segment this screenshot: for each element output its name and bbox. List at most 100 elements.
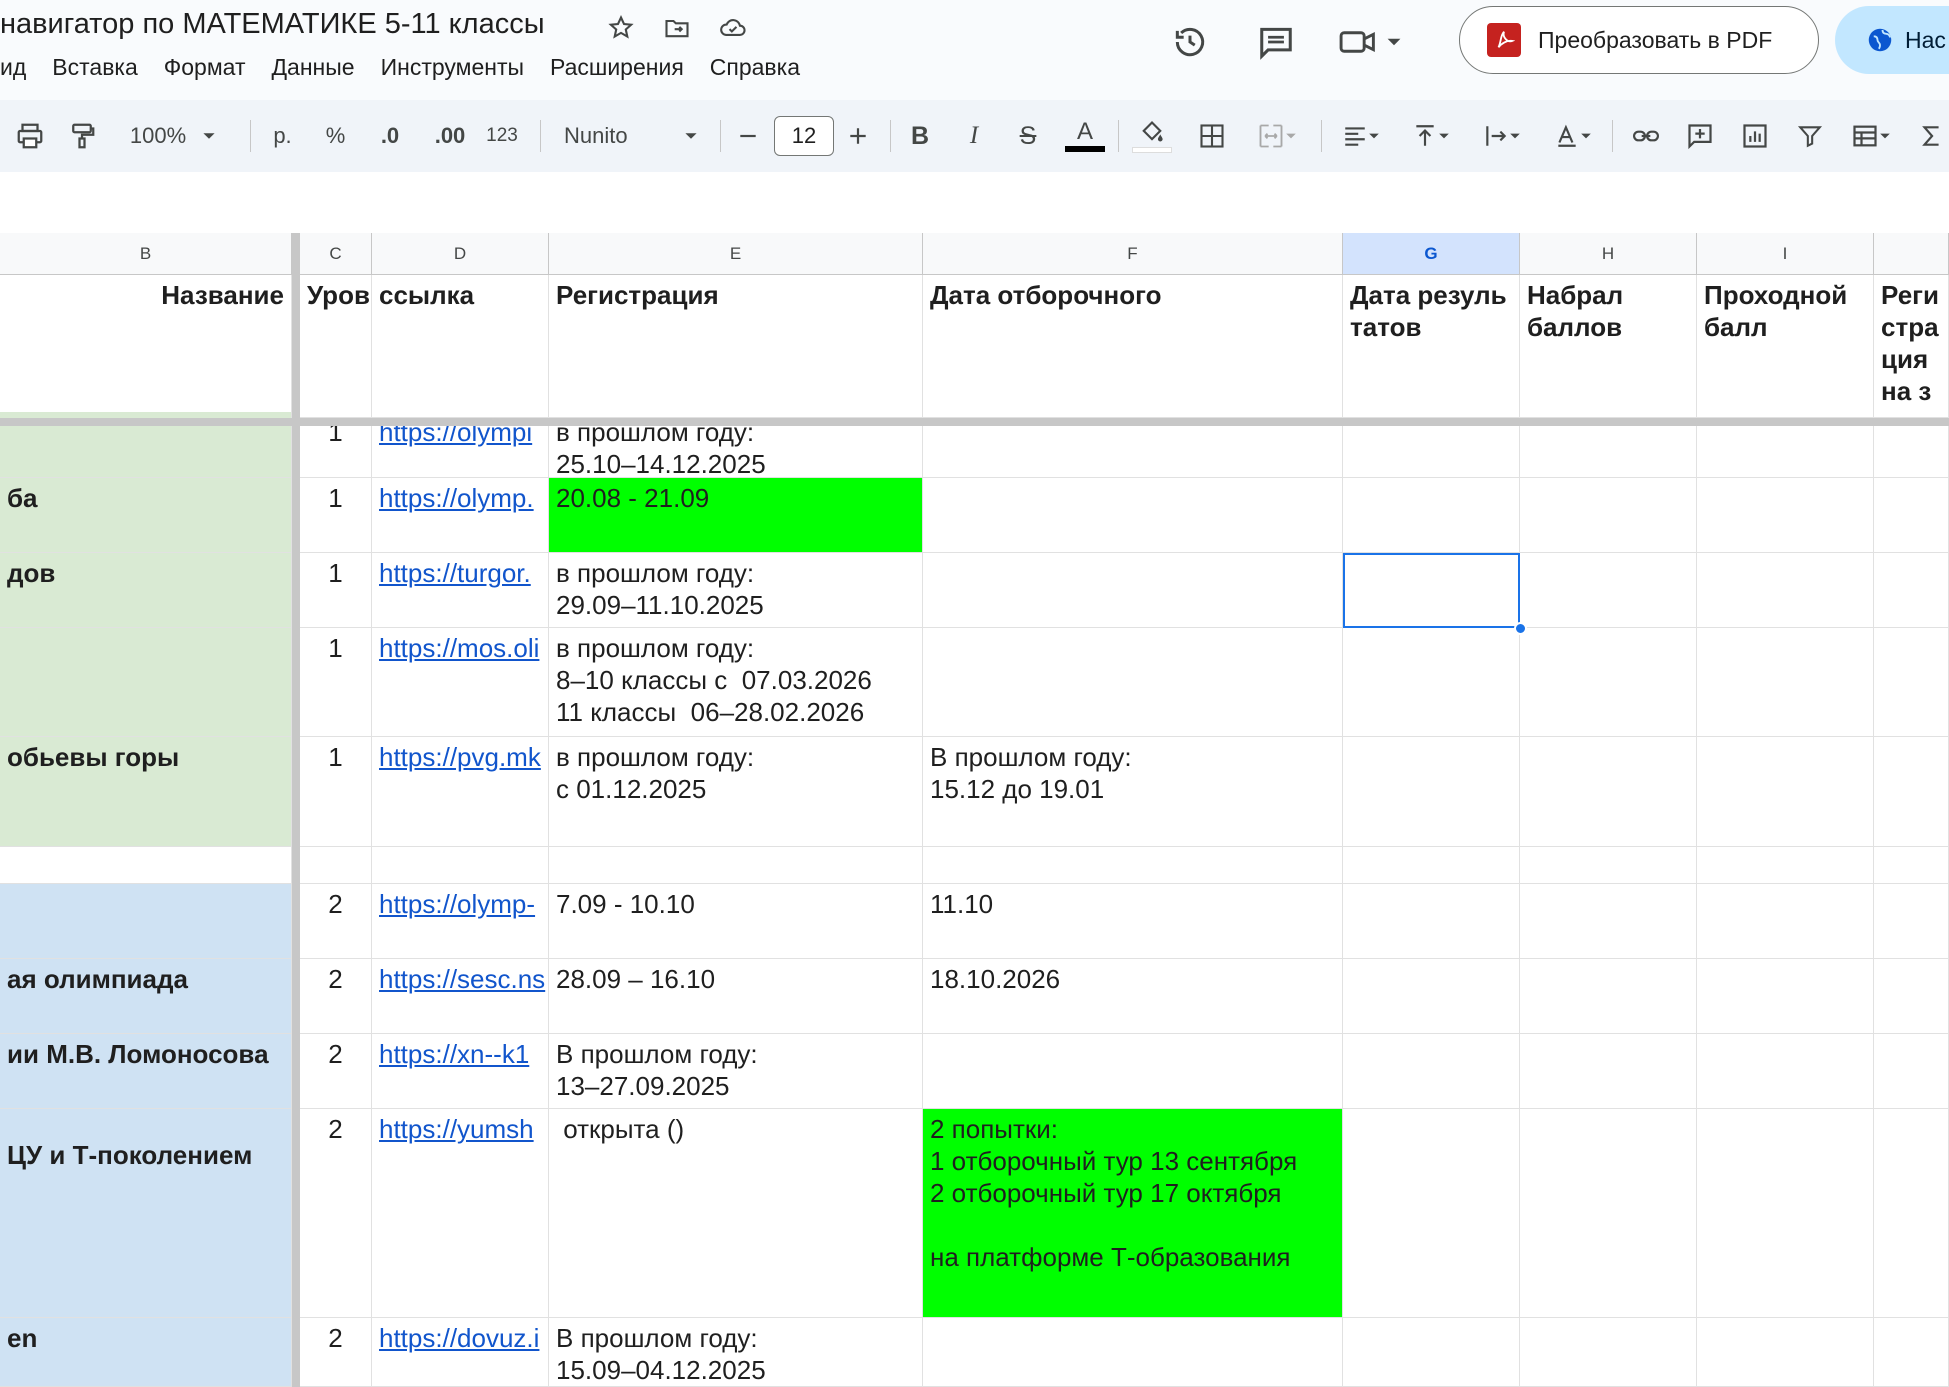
cell-row11-qual[interactable] (923, 1318, 1343, 1387)
olympiad-link[interactable]: https://yumsh (379, 1114, 534, 1144)
functions-icon[interactable] (1916, 100, 1946, 172)
cell-row4-name[interactable] (0, 628, 292, 737)
cell-row7-level[interactable]: 2 (300, 884, 372, 959)
print-icon[interactable] (10, 100, 50, 172)
menu-view[interactable]: ид (0, 52, 39, 82)
cell-row8-reg[interactable]: 28.09 – 16.10 (549, 959, 923, 1034)
cell-row8-qual[interactable]: 18.10.2026 (923, 959, 1343, 1034)
menu-insert[interactable]: Вставка (39, 52, 151, 82)
column-header-j[interactable] (1874, 233, 1949, 275)
star-icon[interactable] (605, 12, 637, 44)
cell-row4-col5[interactable] (1343, 628, 1520, 737)
fill-handle[interactable] (1514, 622, 1527, 635)
column-header-g[interactable]: G (1343, 233, 1520, 275)
cell-row5-name[interactable]: обьевы горы (0, 737, 292, 847)
cell-row3-link[interactable]: https://turgor. (372, 553, 549, 628)
cell-row5-level[interactable]: 1 (300, 737, 372, 847)
cell-row5-qual[interactable]: В прошлом году: 15.12 до 19.01 (923, 737, 1343, 847)
frozen-column-divider[interactable] (292, 233, 300, 1387)
column-header-h[interactable]: H (1520, 233, 1697, 275)
header-level[interactable]: Уров (300, 275, 372, 418)
align-left-icon[interactable] (1333, 100, 1389, 172)
history-icon[interactable] (1166, 18, 1214, 66)
header-name[interactable]: Название (0, 275, 292, 418)
cell-row2-qual[interactable] (923, 478, 1343, 553)
column-header-e[interactable]: E (549, 233, 923, 275)
cell-row3-name[interactable]: дов (0, 553, 292, 628)
cell-row11-level[interactable]: 2 (300, 1318, 372, 1387)
olympiad-link[interactable]: https://olymp. (379, 483, 534, 513)
column-header-c[interactable]: C (300, 233, 372, 275)
cell-row10-col6[interactable] (1520, 1109, 1697, 1318)
cell-row8-col5[interactable] (1343, 959, 1520, 1034)
olympiad-link[interactable]: https://pvg.mk (379, 742, 541, 772)
cell-row6-name[interactable] (0, 847, 292, 884)
olympiad-link[interactable]: https://turgor. (379, 558, 531, 588)
cloud-saved-icon[interactable] (717, 12, 749, 44)
cell-row8-col7[interactable] (1697, 959, 1874, 1034)
cell-row4-qual[interactable] (923, 628, 1343, 737)
cell-row4-col7[interactable] (1697, 628, 1874, 737)
cell-row6-level[interactable] (300, 847, 372, 884)
cell-row10-reg[interactable]: открыта () (549, 1109, 923, 1318)
cell-row9-col8[interactable] (1874, 1034, 1949, 1109)
cell-row7-col6[interactable] (1520, 884, 1697, 959)
cell-row8-col6[interactable] (1520, 959, 1697, 1034)
share-button[interactable]: Нас (1835, 6, 1949, 74)
increase-font-size-button[interactable] (840, 100, 876, 172)
meet-button[interactable] (1338, 23, 1402, 61)
decrease-decimal-button[interactable]: .0 (370, 100, 410, 172)
olympiad-link[interactable]: https://olymp- (379, 889, 535, 919)
cell-row6-col7[interactable] (1697, 847, 1874, 884)
cell-row2-col6[interactable] (1520, 478, 1697, 553)
text-color-button[interactable]: A (1064, 100, 1106, 172)
comments-icon[interactable] (1252, 18, 1300, 66)
cell-row2-link[interactable]: https://olymp. (372, 478, 549, 553)
cell-row10-qual[interactable]: 2 попытки: 1 отборочный тур 13 сентября … (923, 1109, 1343, 1318)
cell-row2-level[interactable]: 1 (300, 478, 372, 553)
convert-pdf-button[interactable]: Преобразовать в PDF (1459, 6, 1819, 74)
cell-row11-col7[interactable] (1697, 1318, 1874, 1387)
vertical-align-top-icon[interactable] (1403, 100, 1459, 172)
cell-row6-link[interactable] (372, 847, 549, 884)
percent-format-button[interactable]: % (318, 100, 353, 172)
column-header-d[interactable]: D (372, 233, 549, 275)
cell-row2-name[interactable]: ба (0, 478, 292, 553)
frozen-row-divider[interactable] (0, 418, 1949, 426)
cell-row9-qual[interactable] (923, 1034, 1343, 1109)
cell-row3-col8[interactable] (1874, 553, 1949, 628)
insert-link-icon[interactable] (1626, 100, 1666, 172)
merge-cells-icon[interactable] (1246, 100, 1308, 172)
cell-row11-col5[interactable] (1343, 1318, 1520, 1387)
menu-data[interactable]: Данные (258, 52, 367, 82)
cell-row9-col5[interactable] (1343, 1034, 1520, 1109)
bold-button[interactable]: B (903, 100, 937, 172)
insert-chart-icon[interactable] (1735, 100, 1775, 172)
document-title[interactable]: навигатор по МАТЕМАТИКЕ 5-11 классы (0, 8, 545, 41)
cell-row8-link[interactable]: https://sesc.ns (372, 959, 549, 1034)
cell-row8-col8[interactable] (1874, 959, 1949, 1034)
cell-row7-reg[interactable]: 7.09 - 10.10 (549, 884, 923, 959)
cell-row8-level[interactable]: 2 (300, 959, 372, 1034)
cell-row7-col5[interactable] (1343, 884, 1520, 959)
text-wrap-icon[interactable] (1474, 100, 1530, 172)
cell-row9-reg[interactable]: В прошлом году: 13–27.09.2025 (549, 1034, 923, 1109)
header-pass-score[interactable]: Проходной балл (1697, 275, 1874, 418)
header-registration[interactable]: Регистрация (549, 275, 923, 418)
cell-row7-col8[interactable] (1874, 884, 1949, 959)
borders-icon[interactable] (1193, 100, 1231, 172)
cell-row5-col7[interactable] (1697, 737, 1874, 847)
cell-row7-col7[interactable] (1697, 884, 1874, 959)
strikethrough-button[interactable]: S (1011, 100, 1045, 172)
cell-row6-col6[interactable] (1520, 847, 1697, 884)
cell-row6-qual[interactable] (923, 847, 1343, 884)
cell-row2-reg[interactable]: 20.08 - 21.09 (549, 478, 923, 553)
cell-row5-col5[interactable] (1343, 737, 1520, 847)
cell-row3-col7[interactable] (1697, 553, 1874, 628)
filter-icon[interactable] (1790, 100, 1830, 172)
cell-row9-level[interactable]: 2 (300, 1034, 372, 1109)
cell-row7-link[interactable]: https://olymp- (372, 884, 549, 959)
paint-format-icon[interactable] (62, 100, 102, 172)
cell-row6-col8[interactable] (1874, 847, 1949, 884)
olympiad-link[interactable]: https://dovuz.i (379, 1323, 539, 1353)
